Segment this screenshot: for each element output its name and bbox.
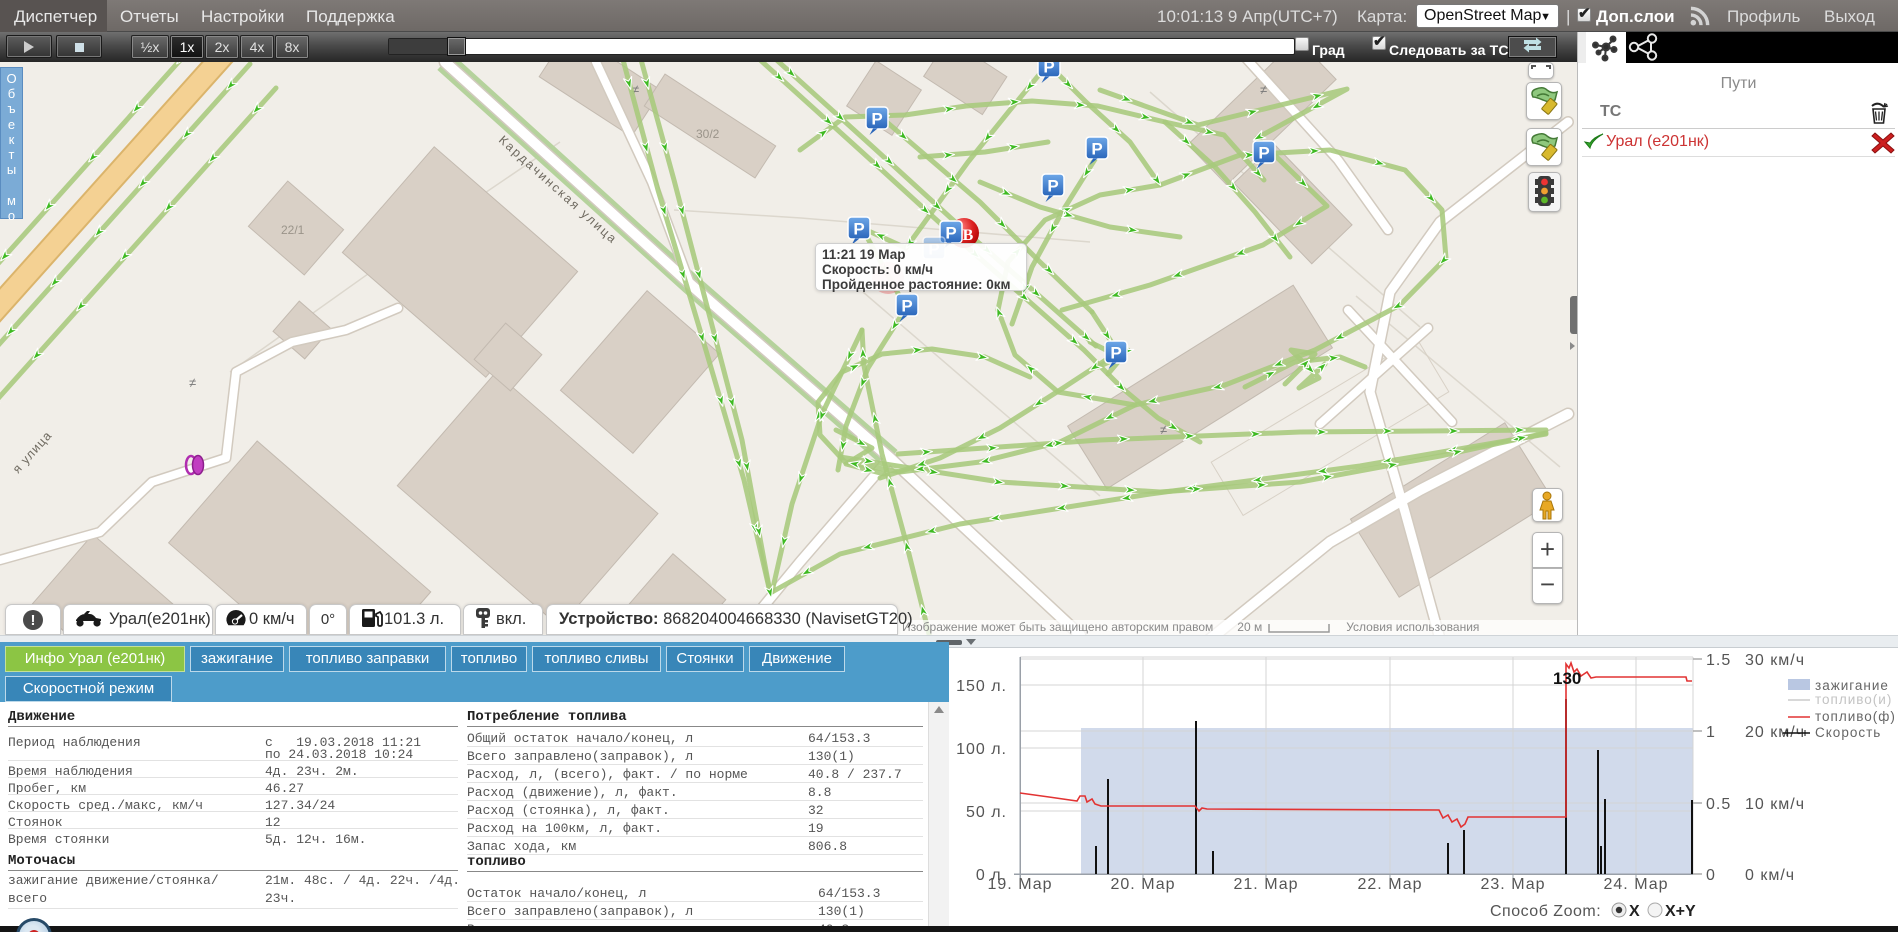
svg-text:P: P — [871, 110, 882, 129]
svg-text:30 км/ч: 30 км/ч — [1745, 652, 1805, 669]
svg-text:≠: ≠ — [1260, 82, 1267, 97]
svg-text:P: P — [945, 224, 956, 243]
svg-text:50 л.: 50 л. — [966, 804, 1007, 821]
svg-text:зажигание: зажигание — [1815, 678, 1889, 693]
svg-text:0 км/ч: 0 км/ч — [1745, 867, 1795, 884]
svg-text:22/1: 22/1 — [281, 223, 305, 237]
svg-text:22. Мар: 22. Мар — [1358, 876, 1423, 893]
svg-text:P: P — [1110, 344, 1121, 363]
svg-text:X+Y: X+Y — [1665, 903, 1696, 920]
svg-text:23. Мар: 23. Мар — [1481, 876, 1546, 893]
svg-text:130: 130 — [1553, 669, 1581, 688]
svg-text:P: P — [853, 220, 864, 239]
svg-text:20. Мар: 20. Мар — [1111, 876, 1176, 893]
svg-text:!: ! — [31, 612, 36, 629]
svg-text:B: B — [963, 227, 974, 244]
svg-text:21. Мар: 21. Мар — [1234, 876, 1299, 893]
svg-text:P: P — [1258, 144, 1269, 163]
svg-text:0.5: 0.5 — [1706, 796, 1731, 813]
svg-text:1.5: 1.5 — [1706, 652, 1731, 669]
svg-text:P: P — [1047, 177, 1058, 196]
svg-text:X: X — [1629, 903, 1640, 920]
svg-text:10 км/ч: 10 км/ч — [1745, 796, 1805, 813]
svg-text:Способ Zoom:: Способ Zoom: — [1490, 903, 1601, 920]
svg-text:P: P — [901, 297, 912, 316]
svg-text:топливо(ф): топливо(ф) — [1815, 709, 1896, 724]
svg-text:P: P — [1043, 62, 1054, 77]
svg-text:24. Мар: 24. Мар — [1604, 876, 1669, 893]
svg-text:19. Мар: 19. Мар — [988, 876, 1053, 893]
svg-text:1: 1 — [1706, 724, 1716, 741]
svg-text:Скорость: Скорость — [1815, 725, 1881, 740]
svg-text:0: 0 — [1706, 867, 1716, 884]
svg-text:≠: ≠ — [189, 375, 196, 390]
svg-text:топливо(и): топливо(и) — [1815, 692, 1892, 707]
svg-text:100 л.: 100 л. — [956, 741, 1007, 758]
svg-text:30/2: 30/2 — [696, 127, 720, 141]
svg-text:150 л.: 150 л. — [956, 678, 1007, 695]
svg-text:P: P — [1091, 140, 1102, 159]
